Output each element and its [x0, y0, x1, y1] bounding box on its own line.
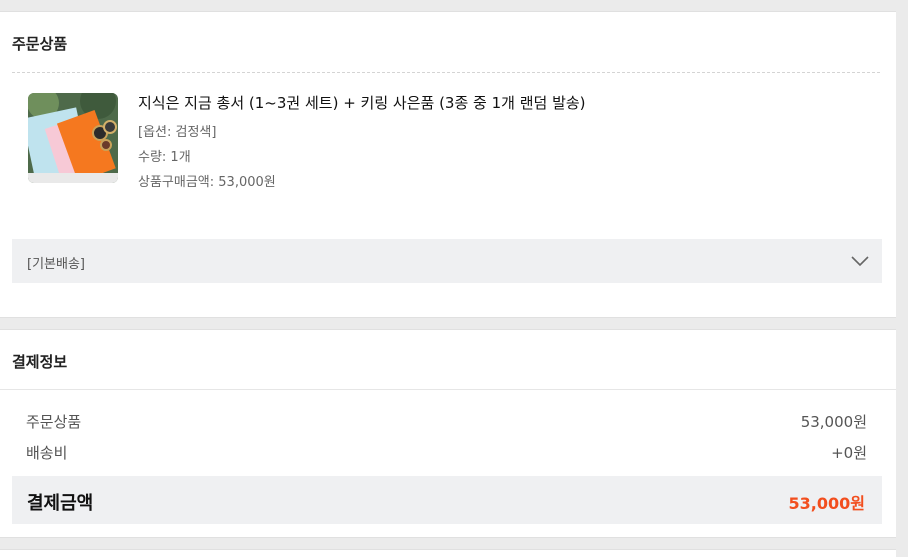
product-price: 상품구매금액: 53,000원 — [138, 175, 276, 190]
product-name[interactable]: 지식은 지금 총서 (1~3권 세트) + 키링 사은품 (3종 중 1개 랜덤… — [138, 92, 586, 113]
divider — [0, 389, 896, 390]
chevron-down-icon — [850, 253, 870, 267]
total-amount-value: 53,000원 — [788, 494, 865, 513]
order-products-panel: 주문상품 지식은 지금 총서 (1~3권 세트) + 키링 사은품 (3종 중 … — [0, 11, 896, 318]
shipping-label: [기본배송] — [27, 257, 85, 272]
product-option: [옵션: 검정색] — [138, 125, 217, 140]
shipping-fee-value: +0원 — [831, 444, 867, 462]
order-amount-value: 53,000원 — [800, 413, 867, 431]
order-products-title: 주문상품 — [12, 35, 68, 53]
product-thumbnail[interactable] — [28, 93, 118, 183]
divider — [12, 72, 880, 73]
next-panel — [0, 549, 896, 557]
payment-info-panel: 결제정보 주문상품 53,000원 배송비 +0원 결제금액 53,000원 — [0, 329, 896, 538]
order-amount-label: 주문상품 — [26, 413, 82, 431]
shipping-fee-label: 배송비 — [26, 444, 68, 462]
total-amount-bar: 결제금액 53,000원 — [12, 476, 882, 524]
payment-info-title: 결제정보 — [12, 353, 68, 371]
product-quantity: 수량: 1개 — [138, 150, 191, 165]
shipping-toggle[interactable]: [기본배송] — [12, 239, 882, 283]
total-amount-label: 결제금액 — [27, 493, 94, 514]
